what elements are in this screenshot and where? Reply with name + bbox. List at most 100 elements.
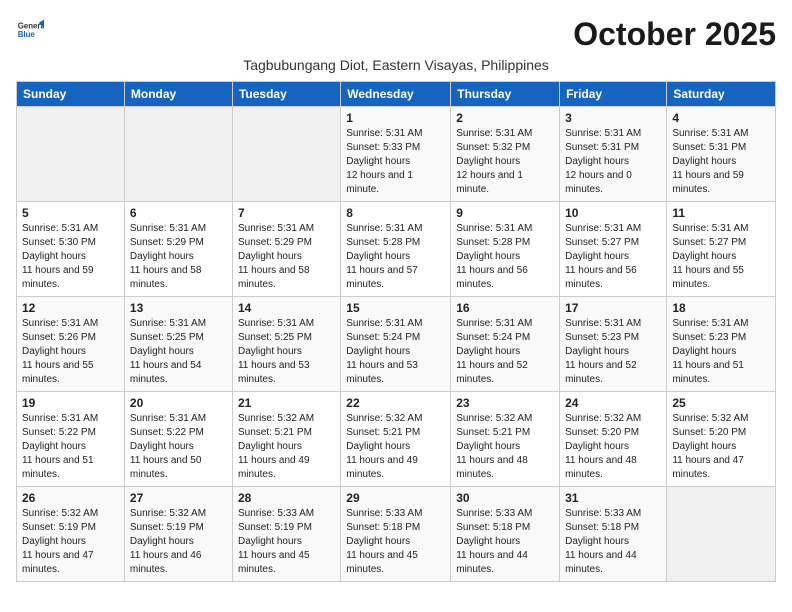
day-info: Sunrise: 5:31 AMSunset: 5:23 PMDaylight … <box>565 317 661 387</box>
calendar-cell: 5 Sunrise: 5:31 AMSunset: 5:30 PMDaylight… <box>17 202 125 297</box>
calendar-cell: 2Sunrise: 5:31 AMSunset: 5:32 PMDaylight… <box>451 107 560 202</box>
weekday-header-wednesday: Wednesday <box>341 82 451 107</box>
calendar-cell: 9 Sunrise: 5:31 AMSunset: 5:28 PMDaylight… <box>451 202 560 297</box>
day-number: 29 <box>346 491 445 505</box>
calendar-cell: 24 Sunrise: 5:32 AMSunset: 5:20 PMDayligh… <box>560 392 667 487</box>
week-row-1: 1Sunrise: 5:31 AMSunset: 5:33 PMDaylight… <box>17 107 776 202</box>
day-number: 9 <box>456 206 554 220</box>
calendar-cell <box>667 487 776 582</box>
weekday-header-saturday: Saturday <box>667 82 776 107</box>
day-info: Sunrise: 5:31 AMSunset: 5:25 PMDaylight … <box>130 317 227 387</box>
calendar-cell: 3 Sunrise: 5:31 AMSunset: 5:31 PMDaylight… <box>560 107 667 202</box>
calendar-cell: 31Sunrise: 5:33 AMSunset: 5:18 PMDayligh… <box>560 487 667 582</box>
day-number: 16 <box>456 301 554 315</box>
day-info: Sunrise: 5:31 AMSunset: 5:28 PMDaylight … <box>346 222 445 292</box>
day-info: Sunrise: 5:32 AMSunset: 5:19 PMDaylight … <box>130 507 227 577</box>
day-info: Sunrise: 5:33 AMSunset: 5:18 PMDaylight … <box>565 507 661 577</box>
day-number: 15 <box>346 301 445 315</box>
calendar-cell: 26 Sunrise: 5:32 AMSunset: 5:19 PMDayligh… <box>17 487 125 582</box>
day-info: Sunrise: 5:31 AMSunset: 5:29 PMDaylight … <box>238 222 335 292</box>
day-number: 7 <box>238 206 335 220</box>
calendar-container: General Blue October 2025 Tagbubungang D… <box>16 16 776 582</box>
day-info: Sunrise: 5:32 AMSunset: 5:21 PMDaylight … <box>346 412 445 482</box>
day-info: Sunrise: 5:31 AMSunset: 5:24 PMDaylight … <box>346 317 445 387</box>
month-title: October 2025 <box>573 16 776 53</box>
calendar-cell: 12Sunrise: 5:31 AMSunset: 5:26 PMDayligh… <box>17 297 125 392</box>
subtitle: Tagbubungang Diot, Eastern Visayas, Phil… <box>16 57 776 73</box>
day-info: Sunrise: 5:31 AMSunset: 5:22 PMDaylight … <box>22 412 119 482</box>
day-number: 17 <box>565 301 661 315</box>
calendar-cell: 11 Sunrise: 5:31 AMSunset: 5:27 PMDayligh… <box>667 202 776 297</box>
logo: General Blue <box>16 16 44 44</box>
day-number: 14 <box>238 301 335 315</box>
logo-icon: General Blue <box>16 16 44 44</box>
day-info: Sunrise: 5:31 AMSunset: 5:25 PMDaylight … <box>238 317 335 387</box>
calendar-cell: 7 Sunrise: 5:31 AMSunset: 5:29 PMDaylight… <box>232 202 340 297</box>
day-number: 21 <box>238 396 335 410</box>
day-info: Sunrise: 5:31 AMSunset: 5:22 PMDaylight … <box>130 412 227 482</box>
calendar-cell: 19 Sunrise: 5:31 AMSunset: 5:22 PMDayligh… <box>17 392 125 487</box>
day-number: 12 <box>22 301 119 315</box>
day-number: 30 <box>456 491 554 505</box>
day-info: Sunrise: 5:31 AMSunset: 5:33 PMDaylight … <box>346 127 445 197</box>
day-number: 25 <box>672 396 770 410</box>
calendar-cell: 6Sunrise: 5:31 AMSunset: 5:29 PMDaylight… <box>124 202 232 297</box>
calendar-cell: 18Sunrise: 5:31 AMSunset: 5:23 PMDayligh… <box>667 297 776 392</box>
day-info: Sunrise: 5:32 AMSunset: 5:20 PMDaylight … <box>565 412 661 482</box>
day-number: 13 <box>130 301 227 315</box>
day-info: Sunrise: 5:31 AMSunset: 5:28 PMDaylight … <box>456 222 554 292</box>
day-info: Sunrise: 5:31 AMSunset: 5:27 PMDaylight … <box>565 222 661 292</box>
calendar-cell: 28 Sunrise: 5:33 AMSunset: 5:19 PMDayligh… <box>232 487 340 582</box>
day-number: 28 <box>238 491 335 505</box>
calendar-cell: 20Sunrise: 5:31 AMSunset: 5:22 PMDayligh… <box>124 392 232 487</box>
calendar-cell: 14 Sunrise: 5:31 AMSunset: 5:25 PMDayligh… <box>232 297 340 392</box>
calendar-cell: 25Sunrise: 5:32 AMSunset: 5:20 PMDayligh… <box>667 392 776 487</box>
day-number: 26 <box>22 491 119 505</box>
day-number: 11 <box>672 206 770 220</box>
day-info: Sunrise: 5:31 AMSunset: 5:23 PMDaylight … <box>672 317 770 387</box>
day-number: 10 <box>565 206 661 220</box>
day-number: 24 <box>565 396 661 410</box>
day-number: 4 <box>672 111 770 125</box>
week-row-4: 19 Sunrise: 5:31 AMSunset: 5:22 PMDayligh… <box>17 392 776 487</box>
week-row-3: 12Sunrise: 5:31 AMSunset: 5:26 PMDayligh… <box>17 297 776 392</box>
day-number: 23 <box>456 396 554 410</box>
day-number: 27 <box>130 491 227 505</box>
calendar-cell <box>17 107 125 202</box>
svg-text:Blue: Blue <box>18 30 36 39</box>
day-number: 3 <box>565 111 661 125</box>
weekday-header-friday: Friday <box>560 82 667 107</box>
day-number: 6 <box>130 206 227 220</box>
day-info: Sunrise: 5:31 AMSunset: 5:31 PMDaylight … <box>565 127 661 197</box>
calendar-cell <box>124 107 232 202</box>
day-number: 5 <box>22 206 119 220</box>
calendar-cell: 27 Sunrise: 5:32 AMSunset: 5:19 PMDayligh… <box>124 487 232 582</box>
calendar-cell: 10 Sunrise: 5:31 AMSunset: 5:27 PMDayligh… <box>560 202 667 297</box>
day-info: Sunrise: 5:33 AMSunset: 5:18 PMDaylight … <box>346 507 445 577</box>
day-info: Sunrise: 5:31 AMSunset: 5:30 PMDaylight … <box>22 222 119 292</box>
calendar-cell: 23Sunrise: 5:32 AMSunset: 5:21 PMDayligh… <box>451 392 560 487</box>
day-info: Sunrise: 5:31 AMSunset: 5:31 PMDaylight … <box>672 127 770 197</box>
calendar-cell: 21 Sunrise: 5:32 AMSunset: 5:21 PMDayligh… <box>232 392 340 487</box>
day-info: Sunrise: 5:33 AMSunset: 5:18 PMDaylight … <box>456 507 554 577</box>
calendar-cell: 16 Sunrise: 5:31 AMSunset: 5:24 PMDayligh… <box>451 297 560 392</box>
day-info: Sunrise: 5:31 AMSunset: 5:27 PMDaylight … <box>672 222 770 292</box>
calendar-cell: 15 Sunrise: 5:31 AMSunset: 5:24 PMDayligh… <box>341 297 451 392</box>
day-number: 8 <box>346 206 445 220</box>
calendar-cell: 8 Sunrise: 5:31 AMSunset: 5:28 PMDaylight… <box>341 202 451 297</box>
day-number: 22 <box>346 396 445 410</box>
weekday-header-monday: Monday <box>124 82 232 107</box>
weekday-header-sunday: Sunday <box>17 82 125 107</box>
calendar-cell: 13 Sunrise: 5:31 AMSunset: 5:25 PMDayligh… <box>124 297 232 392</box>
week-row-2: 5 Sunrise: 5:31 AMSunset: 5:30 PMDaylight… <box>17 202 776 297</box>
day-number: 2 <box>456 111 554 125</box>
calendar-table: SundayMondayTuesdayWednesdayThursdayFrid… <box>16 81 776 582</box>
day-info: Sunrise: 5:32 AMSunset: 5:21 PMDaylight … <box>238 412 335 482</box>
calendar-cell: 22 Sunrise: 5:32 AMSunset: 5:21 PMDayligh… <box>341 392 451 487</box>
day-info: Sunrise: 5:33 AMSunset: 5:19 PMDaylight … <box>238 507 335 577</box>
day-number: 19 <box>22 396 119 410</box>
header: General Blue October 2025 <box>16 16 776 53</box>
calendar-cell: 17 Sunrise: 5:31 AMSunset: 5:23 PMDayligh… <box>560 297 667 392</box>
day-info: Sunrise: 5:32 AMSunset: 5:19 PMDaylight … <box>22 507 119 577</box>
day-info: Sunrise: 5:31 AMSunset: 5:24 PMDaylight … <box>456 317 554 387</box>
